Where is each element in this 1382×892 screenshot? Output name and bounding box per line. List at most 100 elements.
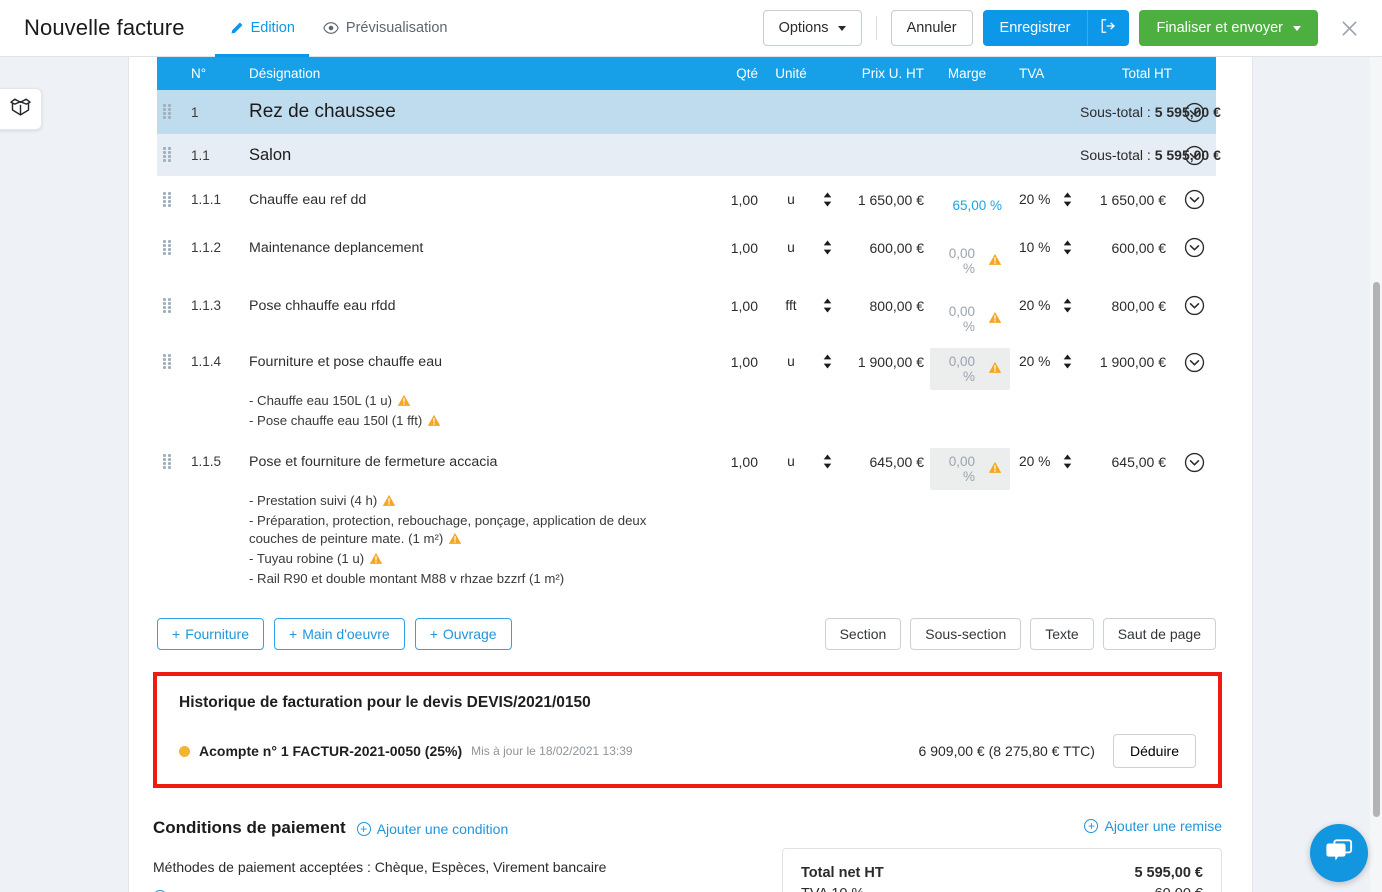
add-ouvrage-button[interactable]: + Ouvrage (414, 618, 512, 650)
drag-handle-cell[interactable] (157, 440, 191, 490)
row-vat[interactable]: 10 % (1010, 224, 1054, 282)
drag-handle-cell[interactable] (157, 134, 191, 176)
stepper-icon[interactable] (822, 192, 833, 207)
drag-handle-cell[interactable] (157, 90, 191, 134)
drag-handle-cell[interactable] (157, 282, 191, 340)
expand-cell[interactable] (1172, 176, 1216, 224)
tab-previsualisation[interactable]: Prévisualisation (309, 0, 462, 57)
drag-handle-cell[interactable] (157, 224, 191, 282)
table-row[interactable]: 1.1.2 Maintenance deplancement 1,00 u 600,00… (157, 224, 1216, 282)
vat-stepper-cell[interactable] (1054, 224, 1080, 282)
row-quantity[interactable]: 1,00 (706, 224, 768, 282)
drag-handle-icon[interactable] (163, 454, 173, 469)
row-unit[interactable]: u (768, 224, 814, 282)
insert-sous-section-button[interactable]: Sous-section (910, 618, 1022, 650)
row-margin-cell[interactable]: 0,00 % (924, 340, 1010, 390)
vat-stepper-cell[interactable] (1054, 176, 1080, 224)
row-unit[interactable]: u (768, 176, 814, 224)
stepper-icon[interactable] (1062, 240, 1073, 255)
finalize-and-send-button[interactable]: Finaliser et envoyer (1139, 10, 1318, 46)
expand-row-chevron-icon[interactable] (1172, 295, 1216, 316)
expand-row-chevron-icon[interactable] (1172, 189, 1216, 210)
expand-cell[interactable] (1172, 340, 1216, 390)
drag-handle-icon[interactable] (163, 146, 173, 162)
page-scrollbar-thumb[interactable] (1373, 282, 1380, 817)
row-vat[interactable]: 20 % (1010, 340, 1054, 390)
unit-stepper-cell[interactable] (814, 282, 840, 340)
catalog-panel-toggle[interactable] (0, 88, 42, 130)
section-title[interactable]: Rez de chaussee (249, 90, 1080, 134)
expand-row-chevron-icon[interactable] (1172, 352, 1216, 373)
row-quantity[interactable]: 1,00 (706, 440, 768, 490)
stepper-icon[interactable] (822, 298, 833, 313)
row-margin-cell[interactable]: 0,00 % (924, 282, 1010, 340)
row-designation[interactable]: Pose chhauffe eau rfdd (249, 282, 706, 340)
row-unit[interactable]: u (768, 440, 814, 490)
unit-stepper-cell[interactable] (814, 440, 840, 490)
drag-handle-cell[interactable] (157, 176, 191, 224)
stepper-icon[interactable] (1062, 454, 1073, 469)
drag-handle-icon[interactable] (163, 192, 173, 207)
drag-handle-icon[interactable] (163, 240, 173, 255)
add-main-d-oeuvre-button[interactable]: + Main d'oeuvre (274, 618, 405, 650)
row-designation[interactable]: Maintenance deplancement (249, 224, 706, 282)
chat-widget-button[interactable] (1310, 824, 1368, 882)
row-margin-field[interactable]: 0,00 % (930, 448, 1010, 490)
save-button[interactable]: Enregistrer (982, 10, 1088, 46)
table-row[interactable]: 1.1.5 Pose et fourniture de fermeture acc… (157, 440, 1216, 490)
deduct-button[interactable]: Déduire (1112, 734, 1196, 768)
row-vat[interactable]: 20 % (1010, 440, 1054, 490)
row-margin-field[interactable]: 0,00 % (930, 298, 1010, 340)
drag-handle-icon[interactable] (163, 103, 173, 119)
stepper-icon[interactable] (1062, 192, 1073, 207)
vat-stepper-cell[interactable] (1054, 440, 1080, 490)
row-margin-cell[interactable]: 65,00 % (924, 176, 1010, 224)
row-unit-price[interactable]: 800,00 € (840, 282, 924, 340)
stepper-icon[interactable] (822, 454, 833, 469)
row-vat[interactable]: 20 % (1010, 176, 1054, 224)
row-unit[interactable]: fft (768, 282, 814, 340)
row-designation[interactable]: Chauffe eau ref dd (249, 176, 706, 224)
add-condition-link[interactable]: + Ajouter une condition (356, 821, 508, 837)
row-margin-field[interactable]: 0,00 % (930, 240, 1010, 282)
save-and-exit-button[interactable] (1087, 10, 1130, 46)
row-quantity[interactable]: 1,00 (706, 340, 768, 390)
vat-stepper-cell[interactable] (1054, 282, 1080, 340)
row-quantity[interactable]: 1,00 (706, 176, 768, 224)
vat-stepper-cell[interactable] (1054, 340, 1080, 390)
insert-section-button[interactable]: Section (824, 618, 902, 650)
close-icon[interactable] (1332, 11, 1366, 45)
cancel-button[interactable]: Annuler (890, 10, 973, 46)
row-margin-field[interactable]: 0,00 % (930, 348, 1010, 390)
row-designation[interactable]: Fourniture et pose chauffe eau (249, 340, 706, 390)
expand-cell[interactable] (1172, 282, 1216, 340)
row-unit-price[interactable]: 645,00 € (840, 440, 924, 490)
page-scrollbar-track[interactable] (1370, 57, 1382, 892)
stepper-icon[interactable] (1062, 298, 1073, 313)
expand-cell[interactable] (1172, 440, 1216, 490)
insert-saut-de-page-button[interactable]: Saut de page (1102, 618, 1216, 650)
subsection-title[interactable]: Salon (249, 134, 1080, 176)
unit-stepper-cell[interactable] (814, 224, 840, 282)
stepper-icon[interactable] (822, 240, 833, 255)
row-margin-cell[interactable]: 0,00 % (924, 440, 1010, 490)
unit-stepper-cell[interactable] (814, 176, 840, 224)
row-unit[interactable]: u (768, 340, 814, 390)
subsection-row[interactable]: 1.1 Salon Sous-total : 5 595,00 € (157, 134, 1221, 176)
table-row[interactable]: 1.1.3 Pose chhauffe eau rfdd 1,00 fft 800,00… (157, 282, 1216, 340)
table-row[interactable]: 1.1.4 Fourniture et pose chauffe eau 1,00 u… (157, 340, 1216, 390)
expand-cell[interactable] (1172, 224, 1216, 282)
row-margin-field[interactable]: 65,00 % (936, 192, 1010, 219)
unit-stepper-cell[interactable] (814, 340, 840, 390)
section-row[interactable]: 1 Rez de chaussee Sous-total : 5 595,00 € (157, 90, 1221, 134)
row-unit-price[interactable]: 1 900,00 € (840, 340, 924, 390)
row-unit-price[interactable]: 600,00 € (840, 224, 924, 282)
add-fourniture-button[interactable]: + Fourniture (157, 618, 264, 650)
drag-handle-icon[interactable] (163, 354, 173, 369)
row-quantity[interactable]: 1,00 (706, 282, 768, 340)
options-button[interactable]: Options (762, 10, 862, 46)
insert-texte-button[interactable]: Texte (1030, 618, 1094, 650)
stepper-icon[interactable] (1062, 354, 1073, 369)
table-row[interactable]: 1.1.1 Chauffe eau ref dd 1,00 u 1 650,00 € 65… (157, 176, 1216, 224)
drag-handle-cell[interactable] (157, 340, 191, 390)
